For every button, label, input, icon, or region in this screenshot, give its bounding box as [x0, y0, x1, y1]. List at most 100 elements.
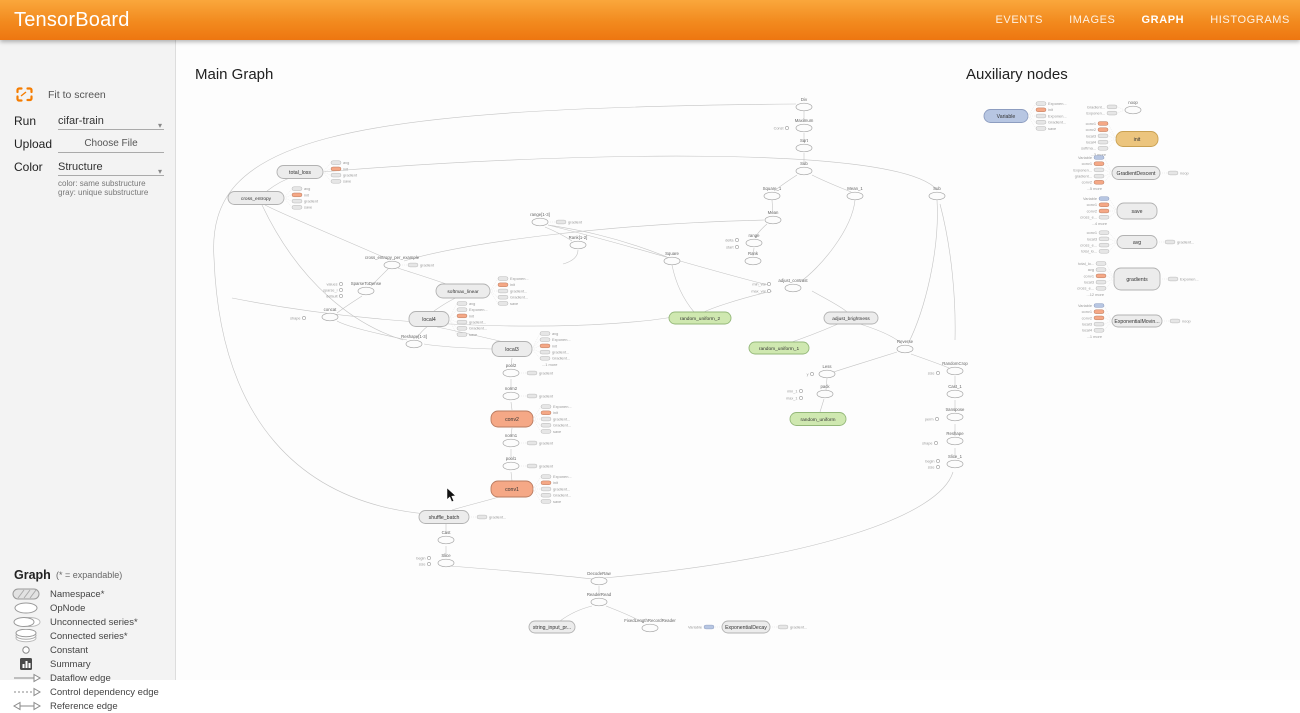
- op-node-cross_entropy_per_example[interactable]: [384, 261, 400, 269]
- op-node-Rank[1-2][interactable]: [570, 241, 586, 249]
- node-label: gradient...: [553, 486, 570, 491]
- const-node-max_1[interactable]: [799, 396, 802, 399]
- annotation-chip: [527, 464, 537, 468]
- const-node-size[interactable]: [936, 465, 939, 468]
- const-node-sparse_i[interactable]: [339, 288, 342, 291]
- op-node-norm1[interactable]: [503, 439, 519, 447]
- node-label: Exponen...: [1086, 111, 1105, 116]
- const-node-y[interactable]: [810, 372, 813, 375]
- node-label: gradients: [1126, 277, 1148, 283]
- node-label: RandomCrop: [942, 361, 968, 366]
- node-label: Less: [822, 364, 831, 369]
- op-node-SparseToDense[interactable]: [358, 287, 374, 295]
- annotation-edge: [1104, 321, 1112, 324]
- const-node-shape[interactable]: [934, 441, 937, 444]
- annotation-chip: [1094, 156, 1104, 160]
- op-node-Sqrt[interactable]: [796, 144, 812, 152]
- fit-to-screen-icon[interactable]: [16, 87, 33, 102]
- op-node-norm2[interactable]: [503, 392, 519, 400]
- graph-edge: [704, 291, 772, 312]
- const-node-perm[interactable]: [935, 417, 938, 420]
- op-node-Div[interactable]: [796, 103, 812, 111]
- const-node-default[interactable]: [339, 294, 342, 297]
- fit-to-screen-label[interactable]: Fit to screen: [48, 89, 106, 101]
- annotation-chip: [457, 326, 467, 330]
- node-label: save: [553, 499, 561, 504]
- op-node-range[1-3][interactable]: [532, 218, 548, 226]
- op-node-Square_1[interactable]: [764, 192, 780, 200]
- annotation-chip: [1165, 240, 1175, 244]
- annotation-edge: [1106, 279, 1114, 282]
- const-node-delta[interactable]: [735, 238, 738, 241]
- annotation-edge: [533, 483, 541, 489]
- node-label: range: [749, 233, 761, 238]
- const-node-values[interactable]: [339, 282, 342, 285]
- tab-images[interactable]: IMAGES: [1069, 14, 1115, 26]
- op-node-pool2[interactable]: [503, 369, 519, 377]
- node-label: save: [469, 332, 477, 337]
- const-node-begin[interactable]: [427, 556, 430, 559]
- graph-canvas[interactable]: Constdeltastartmin_valmax_valvaluesspars…: [175, 40, 1300, 680]
- op-node-Maximum[interactable]: [796, 124, 812, 132]
- run-select[interactable]: cifar-train ▾: [58, 112, 164, 130]
- tab-histograms[interactable]: HISTOGRAMS: [1210, 14, 1290, 26]
- graph-edge: [548, 225, 768, 285]
- node-label: conv1: [505, 487, 519, 493]
- const-node-start[interactable]: [735, 245, 738, 248]
- annotation-chip: [1168, 277, 1178, 281]
- tab-events[interactable]: EVENTS: [995, 14, 1043, 26]
- op-node-Square[interactable]: [664, 257, 680, 265]
- const-node-max_val[interactable]: [767, 289, 770, 292]
- op-node-noop[interactable]: [1125, 106, 1141, 114]
- annotation-chip: [1094, 322, 1104, 326]
- const-node-size[interactable]: [427, 562, 430, 565]
- annotation-edge: [1109, 199, 1117, 211]
- op-node-Rank[interactable]: [745, 257, 761, 265]
- op-node-Reverse[interactable]: [897, 345, 913, 353]
- op-node-transpose[interactable]: [947, 413, 963, 421]
- color-select[interactable]: Structure ▾: [58, 158, 164, 176]
- op-node-adjust_contrast[interactable]: [785, 284, 801, 292]
- const-node-begin[interactable]: [936, 459, 939, 462]
- op-node-Mean_1[interactable]: [847, 192, 863, 200]
- op-node-pack[interactable]: [817, 390, 833, 398]
- op-node-Cast[interactable]: [438, 536, 454, 544]
- const-node-Const[interactable]: [785, 126, 788, 129]
- node-label: gradient...: [1177, 239, 1194, 244]
- graph-edge: [337, 296, 362, 313]
- op-node-Reshape[1-3][interactable]: [406, 340, 422, 348]
- op-node-concat[interactable]: [322, 313, 338, 321]
- op-node-Mean[interactable]: [765, 216, 781, 224]
- const-node-min_val[interactable]: [767, 282, 770, 285]
- node-label: gradient...: [790, 624, 807, 629]
- opnode-icon: [10, 601, 44, 615]
- node-label: shape: [290, 316, 300, 320]
- op-node-FixedLengthRecordReader[interactable]: [642, 624, 658, 632]
- const-node-shape[interactable]: [302, 316, 305, 319]
- op-node-Less[interactable]: [819, 370, 835, 378]
- choose-file-button[interactable]: Choose File: [58, 135, 164, 153]
- op-node-pool1[interactable]: [503, 462, 519, 470]
- node-label: avg: [469, 301, 475, 306]
- op-node-RandomCrop[interactable]: [947, 367, 963, 375]
- tab-graph[interactable]: GRAPH: [1142, 14, 1185, 26]
- op-node-DecodeRaw[interactable]: [591, 577, 607, 585]
- op-node-range[interactable]: [746, 239, 762, 247]
- node-label: perm: [925, 417, 934, 421]
- const-node-size[interactable]: [936, 371, 939, 374]
- op-node-Slice[interactable]: [438, 559, 454, 567]
- node-label: ...12 more: [1086, 292, 1104, 297]
- op-node-Cast_1[interactable]: [947, 390, 963, 398]
- node-label: total_lo...: [1078, 261, 1094, 266]
- annotation-chip: [1099, 249, 1109, 253]
- node-label: GradientDescent: [1117, 171, 1156, 177]
- node-label: total_lo...: [1081, 249, 1097, 254]
- op-node-Reshape[interactable]: [947, 437, 963, 445]
- op-node-Sub[interactable]: [796, 167, 812, 175]
- op-node-Slice_1[interactable]: [947, 460, 963, 468]
- node-label: Exponen...: [1048, 101, 1067, 106]
- op-node-Sub[interactable]: [929, 192, 945, 200]
- node-label: Maximum: [795, 118, 814, 123]
- const-node-min_1[interactable]: [799, 389, 802, 392]
- op-node-ReaderRead[interactable]: [591, 598, 607, 606]
